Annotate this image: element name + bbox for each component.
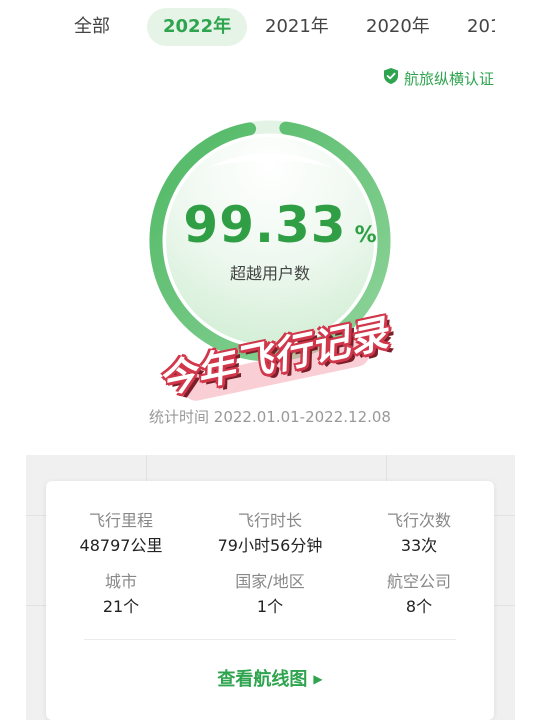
caret-right-icon: ▶ [313,672,323,686]
percentile-unit: % [354,223,377,248]
stat-cities-label: 城市 [104,572,137,591]
flight-stats-card: 飞行里程 48797公里 飞行时长 79小时56分钟 飞行次数 33次 城市 2… [46,481,494,720]
stat-duration-label: 飞行时长 [237,511,302,530]
stat-airlines: 航空公司 8个 [344,570,494,620]
stat-duration-value: 79小时56分钟 [217,536,323,555]
percentile-label: 超越用户数 [229,264,310,283]
stat-duration: 飞行时长 79小时56分钟 [195,509,345,559]
stat-flights: 飞行次数 33次 [344,509,494,559]
certification-label: 航旅纵横认证 [403,69,494,88]
stat-distance-value: 48797公里 [79,536,163,555]
percentile-value-row: 99.33 % [183,196,376,256]
tab-2021[interactable]: 2021年 [265,8,329,46]
stat-cities-value: 21个 [102,597,140,616]
stat-distance-label: 飞行里程 [88,511,153,530]
stat-distance: 飞行里程 48797公里 [46,509,196,559]
year-tab-bar: 全部 2022年 2021年 2020年 201 [0,0,540,55]
stat-countries: 国家/地区 1个 [195,570,345,620]
stat-airlines-label: 航空公司 [386,572,451,591]
shield-check-icon [383,68,398,88]
tab-2019-clip: 201 [465,0,495,55]
certification-badge: 航旅纵横认证 [383,66,494,90]
tab-2020[interactable]: 2020年 [366,8,430,46]
stat-countries-label: 国家/地区 [235,572,305,591]
stat-date-range: 统计时间 2022.01.01-2022.12.08 [149,408,391,426]
stat-countries-value: 1个 [256,597,284,616]
route-link-label: 查看航线图 [217,669,308,690]
tab-all[interactable]: 全部 [74,8,110,46]
stat-flights-label: 飞行次数 [386,511,451,530]
stat-flights-value: 33次 [400,536,438,555]
stat-cities: 城市 21个 [46,570,196,620]
view-route-map-link[interactable]: 查看航线图 ▶ [46,665,494,691]
tab-2022[interactable]: 2022年 [147,8,248,46]
tab-2019[interactable]: 201 [467,8,495,46]
percentile-value: 99.33 [183,196,347,254]
stat-airlines-value: 8个 [405,597,433,616]
card-divider [84,639,456,640]
